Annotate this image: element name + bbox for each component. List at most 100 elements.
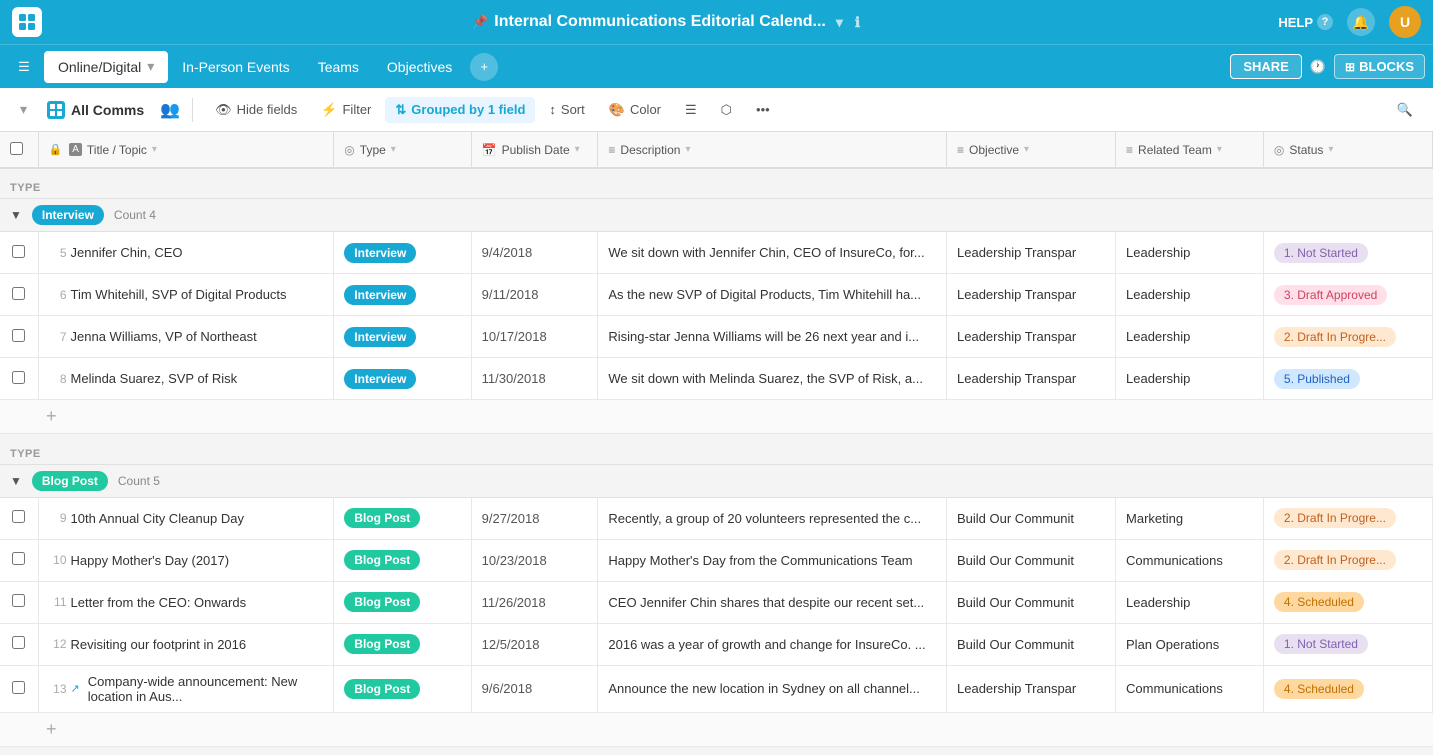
tab-in-person-events[interactable]: In-Person Events	[168, 51, 303, 83]
row-checkbox-cell-5[interactable]	[0, 232, 38, 274]
search-button[interactable]: 🔍	[1389, 94, 1421, 126]
row-title-5[interactable]: 5 Jennifer Chin, CEO	[38, 232, 334, 274]
row-title-9[interactable]: 9 10th Annual City Cleanup Day	[38, 497, 334, 539]
row-type-12: Blog Post	[334, 623, 471, 665]
status-badge-10: 2. Draft In Progre...	[1274, 550, 1396, 570]
table-row[interactable]: 12 Revisiting our footprint in 2016 Blog…	[0, 623, 1433, 665]
row-title-13[interactable]: 13 ↗ Company-wide announcement: New loca…	[38, 665, 334, 712]
tab-teams[interactable]: Teams	[304, 51, 373, 83]
export-button[interactable]: ⬡	[711, 97, 742, 123]
table-row[interactable]: 7 Jenna Williams, VP of Northeast Interv…	[0, 316, 1433, 358]
hide-fields-button[interactable]: 👁 Hide fields	[205, 97, 307, 123]
toolbar-left: ▾ All Comms 👥 👁 Hide fields ⚡ Filter	[12, 97, 780, 123]
view-selector[interactable]: All Comms	[39, 97, 152, 123]
filter-button[interactable]: ⚡ Filter	[311, 97, 381, 123]
col-header-description[interactable]: ≡ Description ▾	[598, 132, 947, 168]
row-checkbox-13[interactable]	[12, 681, 25, 694]
row-checkbox-cell-11[interactable]	[0, 581, 38, 623]
row-status-8: 5. Published	[1263, 358, 1432, 400]
hamburger-button[interactable]: ☰	[8, 51, 40, 83]
row-title-8[interactable]: 8 Melinda Suarez, SVP of Risk	[38, 358, 334, 400]
row-checkbox-cell-10[interactable]	[0, 539, 38, 581]
history-button[interactable]: 🕐	[1310, 59, 1326, 75]
help-button[interactable]: HELP ?	[1278, 14, 1333, 30]
row-team-9: Marketing	[1116, 497, 1264, 539]
group-collapse-interview[interactable]: ▼	[10, 208, 22, 222]
type-badge-10: Blog Post	[344, 550, 420, 570]
row-checkbox-12[interactable]	[12, 636, 25, 649]
row-checkbox-8[interactable]	[12, 371, 25, 384]
color-button[interactable]: 🎨 Color	[599, 97, 671, 123]
row-title-12[interactable]: 12 Revisiting our footprint in 2016	[38, 623, 334, 665]
tab-objectives[interactable]: Objectives	[373, 51, 466, 83]
collaborators-icon[interactable]: 👥	[160, 100, 180, 120]
user-avatar[interactable]: U	[1389, 6, 1421, 38]
add-row-button-blogpost[interactable]: +	[0, 712, 1433, 746]
col-header-objective[interactable]: ≡ Objective ▾	[947, 132, 1116, 168]
status-badge-6: 3. Draft Approved	[1274, 285, 1387, 305]
row-title-7[interactable]: 7 Jenna Williams, VP of Northeast	[38, 316, 334, 358]
row-status-10: 2. Draft In Progre...	[1263, 539, 1432, 581]
col-header-title[interactable]: 🔒 A Title / Topic ▾	[38, 132, 334, 168]
select-all-checkbox[interactable]	[10, 142, 23, 155]
sort-arrow-date-icon: ▾	[575, 144, 580, 155]
add-row-interview[interactable]: +	[0, 400, 1433, 434]
sort-button[interactable]: ↕ Sort	[539, 97, 594, 122]
col-header-status[interactable]: ◎ Status ▾	[1263, 132, 1432, 168]
table-row[interactable]: 8 Melinda Suarez, SVP of Risk Interview …	[0, 358, 1433, 400]
type-badge-12: Blog Post	[344, 634, 420, 654]
row-title-text-10: Happy Mother's Day (2017)	[71, 553, 230, 568]
table-row[interactable]: 13 ↗ Company-wide announcement: New loca…	[0, 665, 1433, 712]
table-row[interactable]: 5 Jennifer Chin, CEO Interview 9/4/2018 …	[0, 232, 1433, 274]
linked-field-obj-icon: ≡	[957, 143, 964, 157]
tab-online-digital[interactable]: Online/Digital ▾	[44, 51, 168, 83]
text-field-icon: A	[69, 143, 82, 156]
col-header-type[interactable]: ◎ Type ▾	[334, 132, 471, 168]
status-badge-8: 5. Published	[1274, 369, 1360, 389]
share-button[interactable]: SHARE	[1230, 54, 1302, 79]
list-view-button[interactable]: ☰	[675, 97, 707, 123]
row-checkbox-11[interactable]	[12, 594, 25, 607]
col-header-publish-date[interactable]: 📅 Publish Date ▾	[471, 132, 598, 168]
add-tab-button[interactable]: +	[470, 53, 498, 81]
more-options-button[interactable]: •••	[746, 97, 780, 122]
row-checkbox-cell-13[interactable]	[0, 665, 38, 712]
row-checkbox-cell-9[interactable]	[0, 497, 38, 539]
row-title-10[interactable]: 10 Happy Mother's Day (2017)	[38, 539, 334, 581]
row-checkbox-cell-12[interactable]	[0, 623, 38, 665]
row-checkbox-cell-8[interactable]	[0, 358, 38, 400]
row-date-8: 11/30/2018	[471, 358, 598, 400]
select-all-checkbox-header[interactable]	[0, 132, 38, 168]
info-icon[interactable]: ℹ	[855, 14, 860, 31]
row-checkbox-10[interactable]	[12, 552, 25, 565]
row-title-text-9: 10th Annual City Cleanup Day	[71, 511, 244, 526]
view-expand-button[interactable]: ▾	[12, 97, 35, 122]
group-button[interactable]: ⇅ Grouped by 1 field	[385, 97, 535, 123]
add-row-blogpost[interactable]: +	[0, 712, 1433, 746]
status-badge-9: 2. Draft In Progre...	[1274, 508, 1396, 528]
blocks-button[interactable]: ⊞ BLOCKS	[1334, 54, 1425, 79]
notifications-button[interactable]: 🔔	[1347, 8, 1375, 36]
table-row[interactable]: 11 Letter from the CEO: Onwards Blog Pos…	[0, 581, 1433, 623]
expand-row-icon[interactable]: ↗	[71, 682, 80, 695]
table-row[interactable]: 6 Tim Whitehill, SVP of Digital Products…	[0, 274, 1433, 316]
row-number-13: 13	[49, 682, 67, 696]
add-row-button-interview[interactable]: +	[0, 400, 1433, 434]
row-desc-7: Rising-star Jenna Williams will be 26 ne…	[598, 316, 947, 358]
row-checkbox-6[interactable]	[12, 287, 25, 300]
group-title-blogpost[interactable]: ▼ Blog Post Count 5	[0, 464, 1433, 497]
app-logo[interactable]	[12, 7, 42, 37]
row-title-11[interactable]: 11 Letter from the CEO: Onwards	[38, 581, 334, 623]
row-title-6[interactable]: 6 Tim Whitehill, SVP of Digital Products	[38, 274, 334, 316]
row-checkbox-cell-7[interactable]	[0, 316, 38, 358]
table-row[interactable]: 9 10th Annual City Cleanup Day Blog Post…	[0, 497, 1433, 539]
row-checkbox-5[interactable]	[12, 245, 25, 258]
col-header-related-team[interactable]: ≡ Related Team ▾	[1116, 132, 1264, 168]
row-checkbox-9[interactable]	[12, 510, 25, 523]
group-collapse-blogpost[interactable]: ▼	[10, 474, 22, 488]
table-row[interactable]: 10 Happy Mother's Day (2017) Blog Post 1…	[0, 539, 1433, 581]
row-checkbox-7[interactable]	[12, 329, 25, 342]
group-title-interview[interactable]: ▼ Interview Count 4	[0, 199, 1433, 232]
row-checkbox-cell-6[interactable]	[0, 274, 38, 316]
text-field-desc-icon: ≡	[608, 143, 615, 157]
